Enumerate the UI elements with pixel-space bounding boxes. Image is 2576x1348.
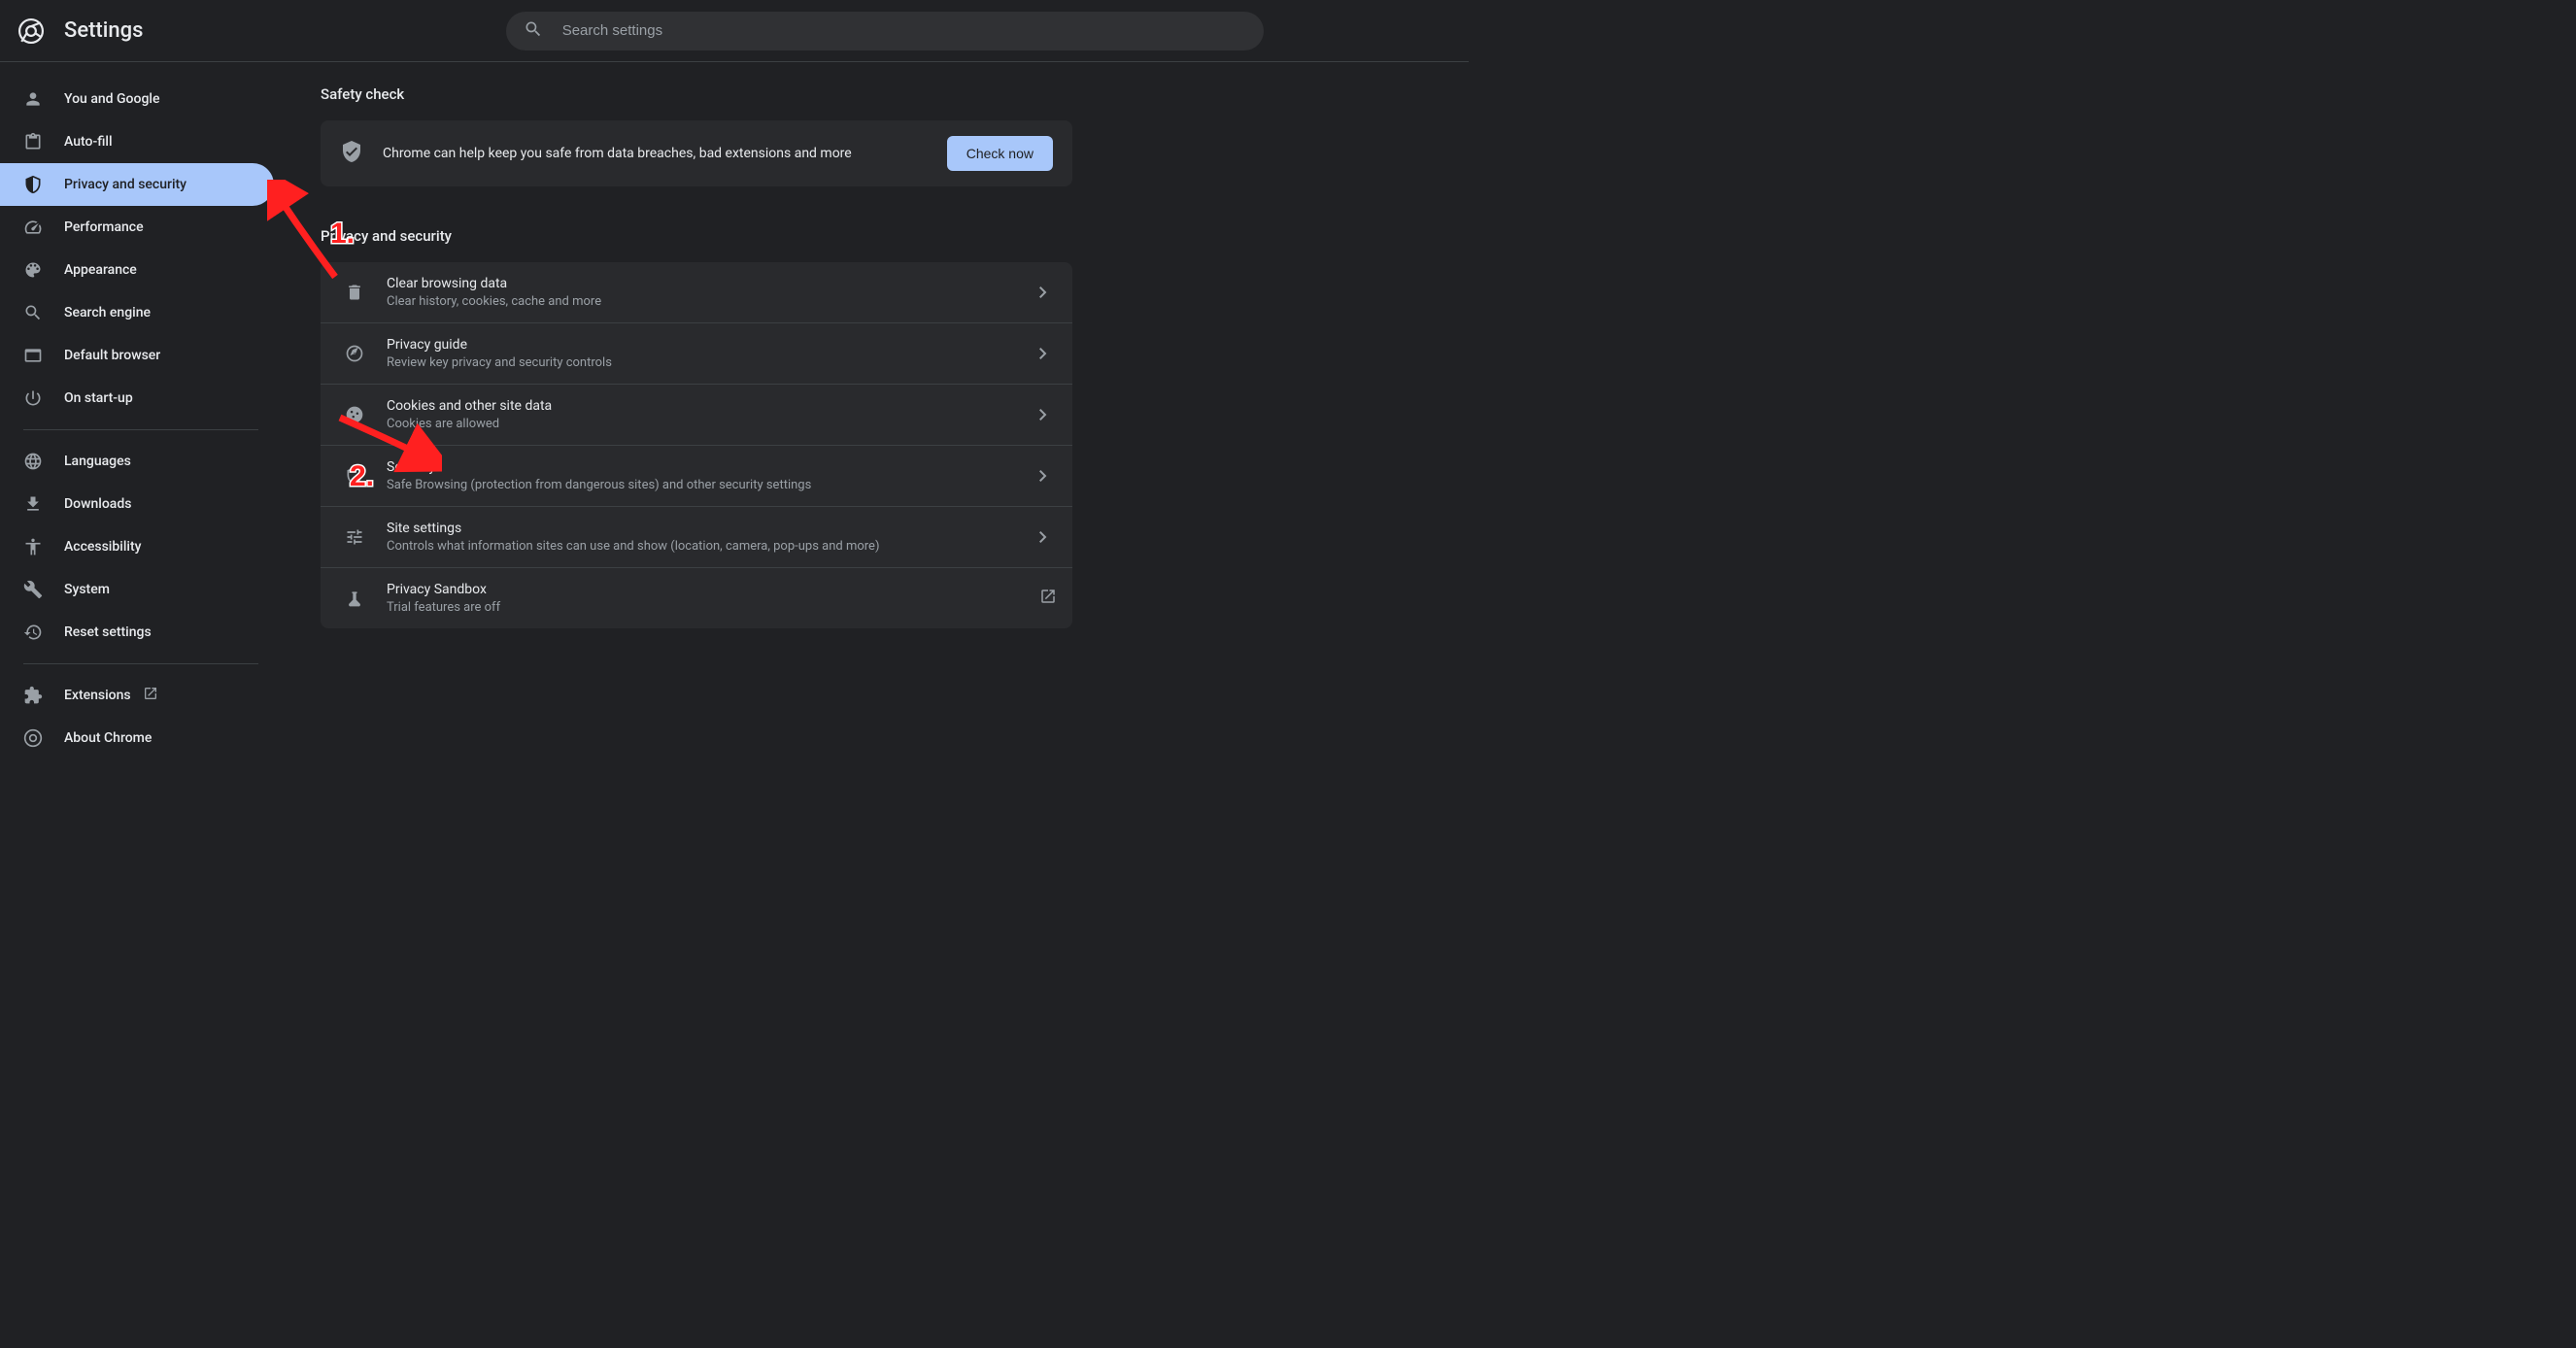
- sidebar-item-label: On start-up: [64, 390, 133, 406]
- sidebar-item-label: Accessibility: [64, 539, 141, 555]
- privacy-item-subtitle: Review key privacy and security controls: [387, 355, 1039, 370]
- accessibility-icon: [23, 537, 43, 556]
- wrench-icon: [23, 580, 43, 599]
- privacy-item-security[interactable]: Security Safe Browsing (protection from …: [321, 446, 1072, 507]
- privacy-list: Clear browsing data Clear history, cooki…: [321, 262, 1072, 628]
- person-icon: [23, 89, 43, 109]
- trash-icon: [344, 282, 365, 303]
- header: Settings: [0, 0, 1469, 62]
- search-icon: [524, 19, 543, 43]
- clipboard-icon: [23, 132, 43, 152]
- sidebar-item-about-chrome[interactable]: About Chrome: [0, 717, 274, 759]
- external-link-icon: [143, 686, 158, 705]
- sidebar-item-label: System: [64, 582, 110, 597]
- section-title-safety: Safety check: [321, 85, 1072, 103]
- privacy-item-title: Privacy guide: [387, 337, 1039, 353]
- sidebar-item-label: Appearance: [64, 262, 137, 278]
- sidebar: You and Google Auto-fill Privacy and sec…: [0, 62, 282, 765]
- puzzle-icon: [23, 686, 43, 705]
- sidebar-item-label: Default browser: [64, 348, 160, 363]
- sidebar-item-downloads[interactable]: Downloads: [0, 483, 274, 525]
- power-icon: [23, 388, 43, 408]
- chrome-logo-icon: [17, 17, 45, 45]
- tune-icon: [344, 526, 365, 548]
- privacy-item-title: Security: [387, 459, 1039, 475]
- page-title: Settings: [64, 18, 143, 43]
- sidebar-item-performance[interactable]: Performance: [0, 206, 274, 249]
- compass-icon: [344, 343, 365, 364]
- sidebar-item-label: Downloads: [64, 496, 131, 512]
- sidebar-item-label: Search engine: [64, 305, 151, 320]
- browser-icon: [23, 346, 43, 365]
- flask-icon: [344, 588, 365, 609]
- globe-icon: [23, 452, 43, 471]
- sidebar-item-privacy-security[interactable]: Privacy and security: [0, 163, 274, 206]
- sidebar-item-on-start-up[interactable]: On start-up: [0, 377, 274, 420]
- privacy-item-subtitle: Controls what information sites can use …: [387, 539, 1039, 554]
- shield-icon: [23, 175, 43, 194]
- sidebar-item-you-and-google[interactable]: You and Google: [0, 78, 274, 120]
- privacy-item-site-settings[interactable]: Site settings Controls what information …: [321, 507, 1072, 568]
- chevron-right-icon: [1039, 345, 1049, 363]
- sidebar-item-label: Auto-fill: [64, 134, 113, 150]
- chrome-icon: [23, 728, 43, 748]
- sidebar-item-extensions[interactable]: Extensions: [0, 674, 274, 717]
- sidebar-item-label: Extensions: [64, 688, 131, 703]
- download-icon: [23, 494, 43, 514]
- external-link-icon: [1039, 588, 1049, 609]
- privacy-item-cookies[interactable]: Cookies and other site data Cookies are …: [321, 385, 1072, 446]
- sidebar-divider: [23, 663, 258, 664]
- shield-outline-icon: [344, 465, 365, 487]
- privacy-item-title: Privacy Sandbox: [387, 582, 1039, 597]
- sidebar-item-auto-fill[interactable]: Auto-fill: [0, 120, 274, 163]
- privacy-item-privacy-guide[interactable]: Privacy guide Review key privacy and sec…: [321, 323, 1072, 385]
- sidebar-item-system[interactable]: System: [0, 568, 274, 611]
- sidebar-item-appearance[interactable]: Appearance: [0, 249, 274, 291]
- sidebar-item-reset-settings[interactable]: Reset settings: [0, 611, 274, 654]
- privacy-item-title: Site settings: [387, 521, 1039, 536]
- search-input[interactable]: [562, 22, 1246, 39]
- safety-check-message: Chrome can help keep you safe from data …: [383, 146, 947, 161]
- privacy-item-title: Clear browsing data: [387, 276, 1039, 291]
- privacy-item-subtitle: Cookies are allowed: [387, 417, 1039, 431]
- privacy-item-title: Cookies and other site data: [387, 398, 1039, 414]
- shield-check-icon: [340, 140, 363, 167]
- section-title-privacy: Privacy and security: [321, 227, 1072, 245]
- history-icon: [23, 623, 43, 642]
- sidebar-item-accessibility[interactable]: Accessibility: [0, 525, 274, 568]
- privacy-item-subtitle: Safe Browsing (protection from dangerous…: [387, 478, 1039, 492]
- sidebar-item-label: About Chrome: [64, 730, 152, 746]
- search-container: [318, 12, 1451, 51]
- palette-icon: [23, 260, 43, 280]
- sidebar-item-label: Privacy and security: [64, 177, 186, 192]
- sidebar-item-default-browser[interactable]: Default browser: [0, 334, 274, 377]
- chevron-right-icon: [1039, 406, 1049, 424]
- chevron-right-icon: [1039, 467, 1049, 486]
- safety-check-card: Chrome can help keep you safe from data …: [321, 120, 1072, 186]
- sidebar-item-label: Languages: [64, 454, 131, 469]
- search-engine-icon: [23, 303, 43, 322]
- sidebar-item-label: Reset settings: [64, 624, 152, 640]
- sidebar-item-label: You and Google: [64, 91, 159, 107]
- privacy-item-clear-browsing-data[interactable]: Clear browsing data Clear history, cooki…: [321, 262, 1072, 323]
- privacy-item-privacy-sandbox[interactable]: Privacy Sandbox Trial features are off: [321, 568, 1072, 628]
- search-box[interactable]: [506, 12, 1264, 51]
- sidebar-divider: [23, 429, 258, 430]
- cookie-icon: [344, 404, 365, 425]
- speedometer-icon: [23, 218, 43, 237]
- chevron-right-icon: [1039, 528, 1049, 547]
- chevron-right-icon: [1039, 284, 1049, 302]
- privacy-item-subtitle: Clear history, cookies, cache and more: [387, 294, 1039, 309]
- check-now-button[interactable]: Check now: [947, 136, 1053, 171]
- sidebar-item-label: Performance: [64, 219, 144, 235]
- sidebar-item-search-engine[interactable]: Search engine: [0, 291, 274, 334]
- sidebar-item-languages[interactable]: Languages: [0, 440, 274, 483]
- content-area: Safety check Chrome can help keep you sa…: [282, 62, 1469, 765]
- privacy-item-subtitle: Trial features are off: [387, 600, 1039, 615]
